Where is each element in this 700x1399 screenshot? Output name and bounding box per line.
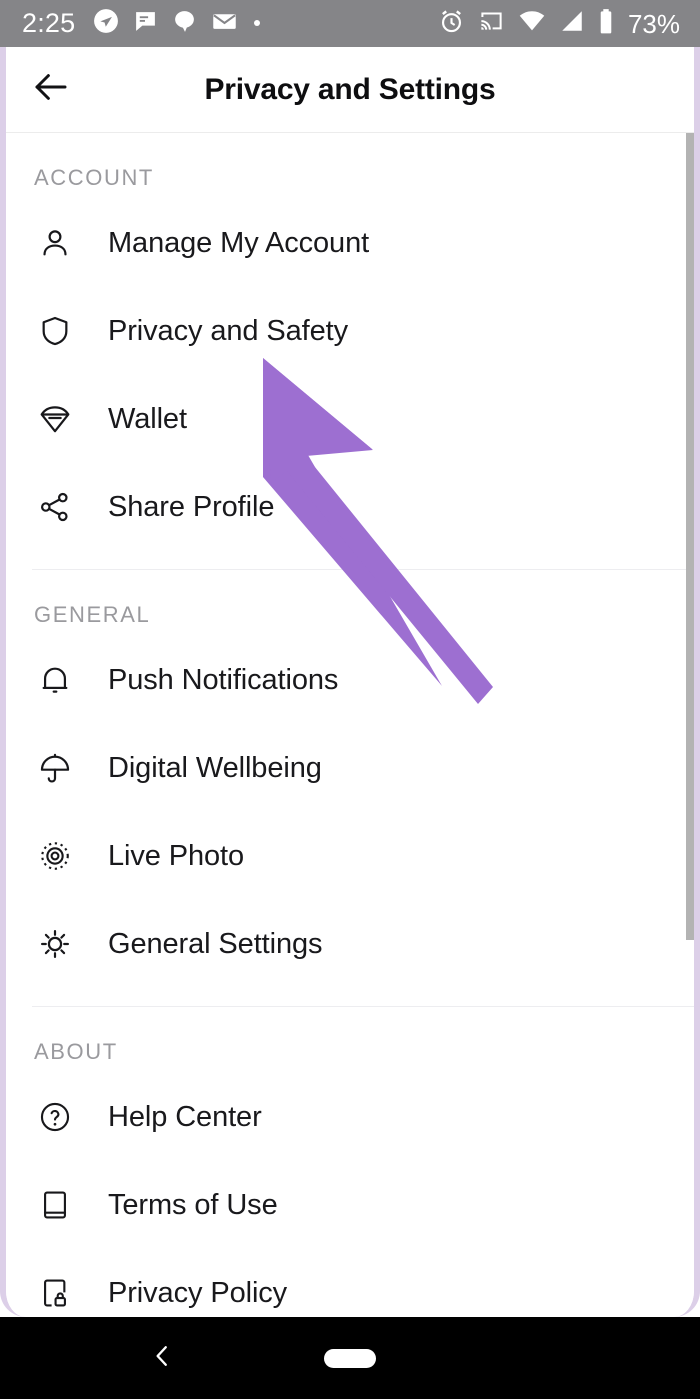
settings-row-label: Terms of Use xyxy=(108,1188,278,1221)
battery-icon xyxy=(598,8,614,40)
settings-row-privacy-and-safety[interactable]: Privacy and Safety xyxy=(6,287,694,375)
phone-screenshot: 2:25 73% Privacy and Settings ACCOUNT Ma… xyxy=(0,0,700,1399)
status-system-icons: 73% xyxy=(438,7,680,40)
page-title: Privacy and Settings xyxy=(204,72,496,106)
speech-bubble-icon xyxy=(172,9,197,39)
settings-row-share-profile[interactable]: Share Profile xyxy=(6,463,694,551)
wifi-icon xyxy=(518,7,546,40)
settings-scroll-area[interactable]: ACCOUNT Manage My Account Privacy and Sa… xyxy=(6,133,694,1316)
settings-row-label: Manage My Account xyxy=(108,226,370,259)
settings-row-live-photo[interactable]: Live Photo xyxy=(6,812,694,900)
settings-row-label: Privacy and Safety xyxy=(108,314,348,347)
document-lock-icon xyxy=(34,1272,76,1314)
settings-row-digital-wellbeing[interactable]: Digital Wellbeing xyxy=(6,724,694,812)
shield-icon xyxy=(34,310,76,352)
settings-row-label: Share Profile xyxy=(108,490,275,523)
nav-back-button[interactable] xyxy=(136,1332,188,1384)
settings-row-label: Push Notifications xyxy=(108,663,339,696)
settings-row-terms-of-use[interactable]: Terms of Use xyxy=(6,1161,694,1249)
settings-row-privacy-policy[interactable]: Privacy Policy xyxy=(6,1249,694,1317)
dot-icon xyxy=(252,15,262,33)
battery-percent-label: 73% xyxy=(627,8,680,39)
status-clock: 2:25 xyxy=(22,8,76,38)
chevron-left-icon xyxy=(147,1341,177,1376)
section-header-about: ABOUT xyxy=(34,1039,118,1064)
chat-bubble-icon xyxy=(133,9,158,39)
app-screen: Privacy and Settings ACCOUNT Manage My A… xyxy=(0,47,700,1317)
question-circle-icon xyxy=(34,1096,76,1138)
status-bar: 2:25 73% xyxy=(0,0,700,47)
settings-row-label: General Settings xyxy=(108,927,323,960)
person-icon xyxy=(34,222,76,264)
settings-row-help-center[interactable]: Help Center xyxy=(6,1073,694,1161)
settings-row-general-settings[interactable]: General Settings xyxy=(6,900,694,988)
gem-icon xyxy=(34,398,76,440)
envelope-icon xyxy=(211,8,238,40)
send-icon xyxy=(93,8,119,39)
settings-row-label: Digital Wellbeing xyxy=(108,751,322,784)
app-bar: Privacy and Settings xyxy=(6,47,694,133)
settings-row-label: Wallet xyxy=(108,402,187,435)
settings-row-wallet[interactable]: Wallet xyxy=(6,375,694,463)
home-indicator[interactable] xyxy=(324,1348,376,1368)
settings-row-manage-my-account[interactable]: Manage My Account xyxy=(6,199,694,287)
back-button[interactable] xyxy=(14,53,88,127)
settings-row-label: Live Photo xyxy=(108,839,245,872)
status-notification-icons xyxy=(93,8,262,40)
alarm-icon xyxy=(438,8,465,40)
live-photo-icon xyxy=(34,835,76,877)
section-header-account: ACCOUNT xyxy=(34,165,154,190)
settings-row-label: Help Center xyxy=(108,1100,262,1133)
section-header-general: GENERAL xyxy=(34,602,151,627)
umbrella-icon xyxy=(34,747,76,789)
gear-icon xyxy=(34,923,76,965)
settings-row-push-notifications[interactable]: Push Notifications xyxy=(6,636,694,724)
cell-signal-icon xyxy=(559,8,585,39)
book-icon xyxy=(34,1184,76,1226)
scrollbar[interactable] xyxy=(686,133,694,940)
system-nav-bar xyxy=(0,1317,700,1399)
settings-row-label: Privacy Policy xyxy=(108,1276,288,1309)
bell-icon xyxy=(34,659,76,701)
cast-icon xyxy=(478,8,505,40)
arrow-left-icon xyxy=(30,66,72,113)
share-icon xyxy=(34,486,76,528)
